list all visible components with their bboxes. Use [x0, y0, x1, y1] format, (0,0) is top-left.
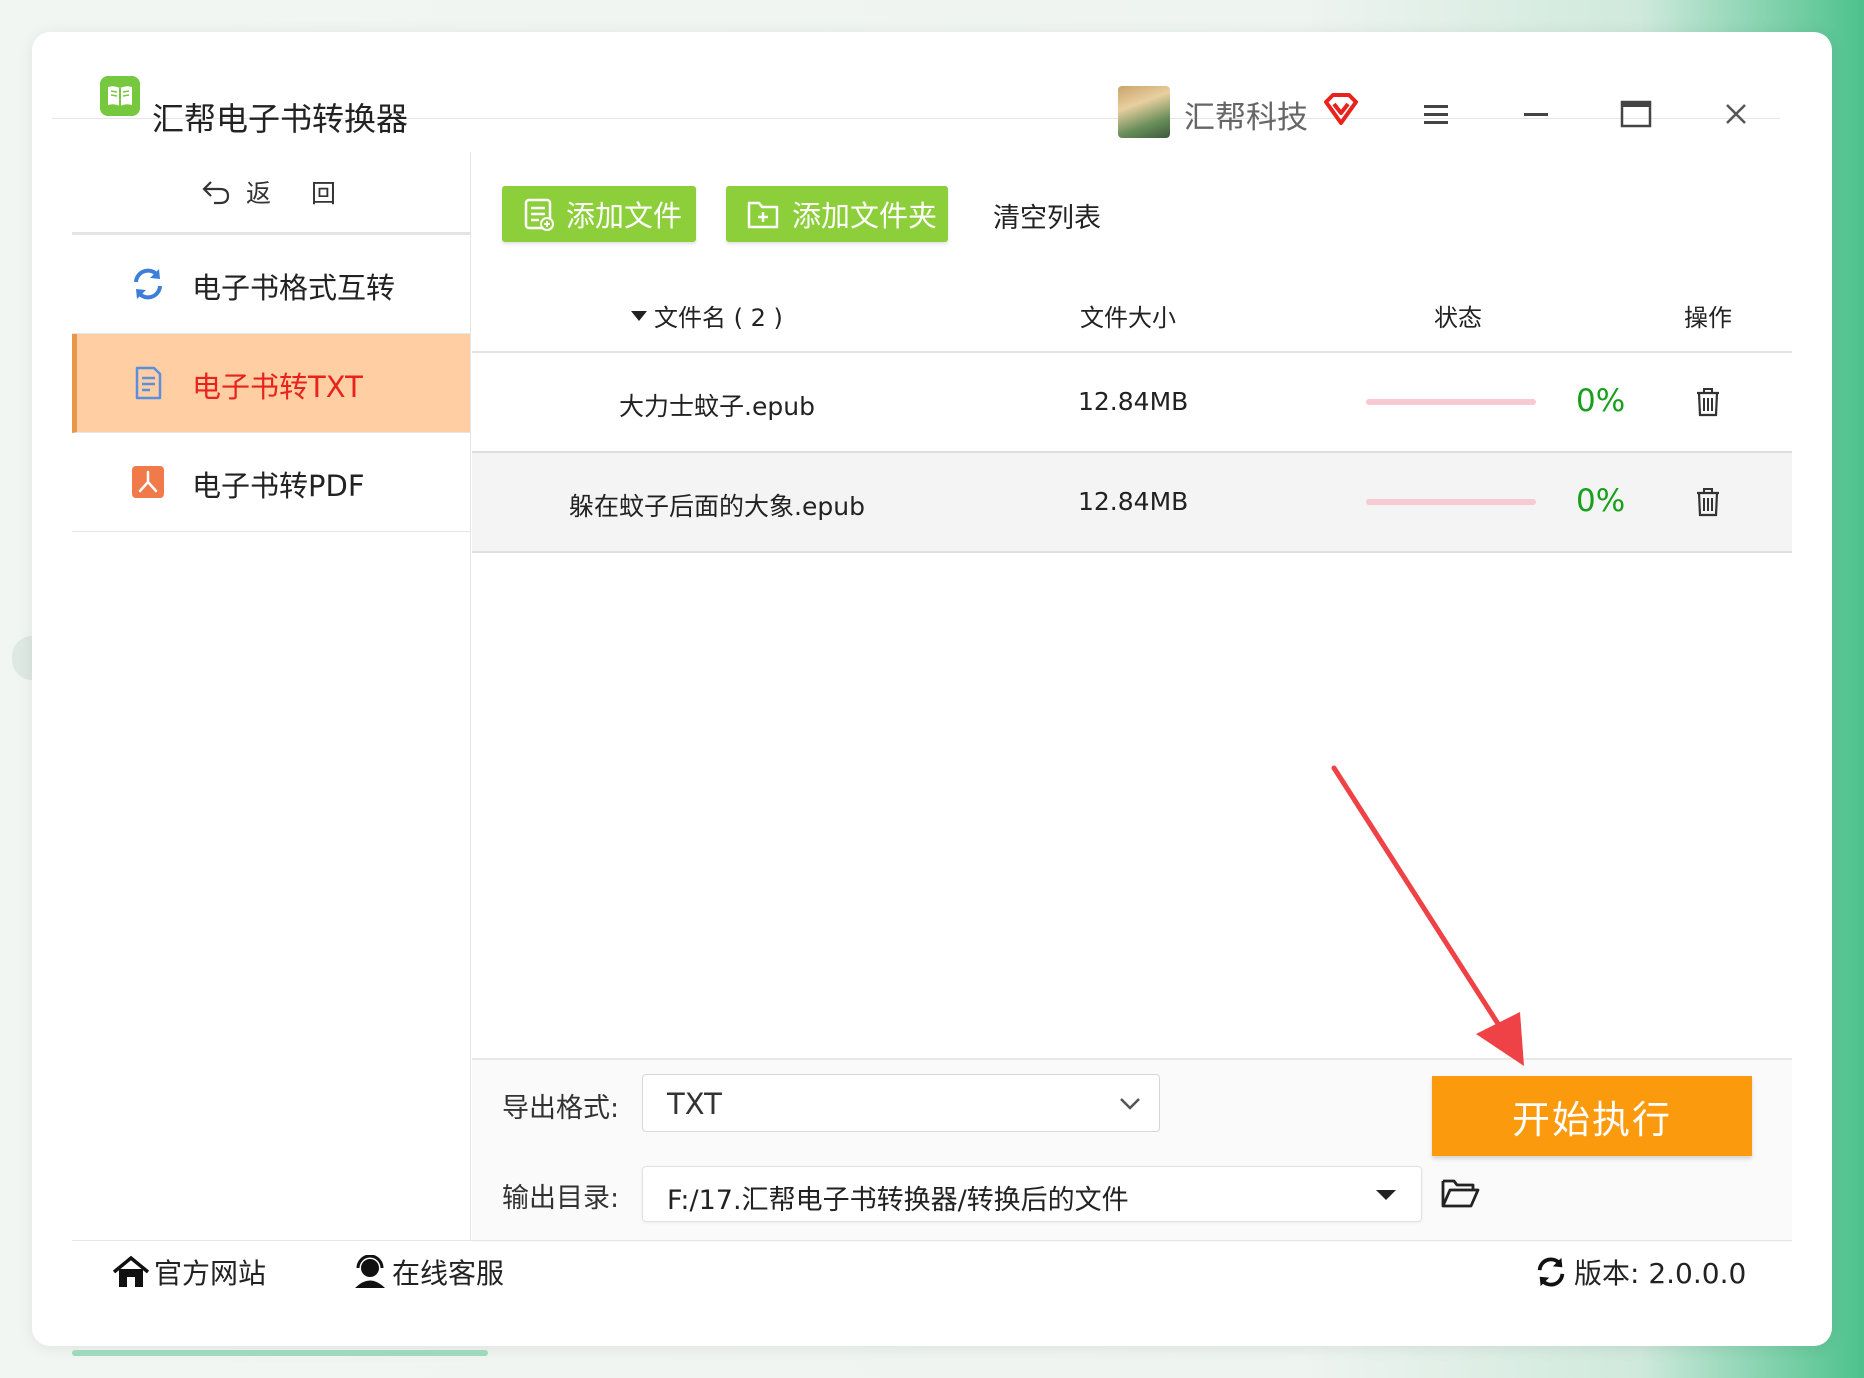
browse-folder-button[interactable]	[1440, 1176, 1480, 1214]
back-button[interactable]: 返回	[72, 152, 470, 235]
sidebar-item-format-convert[interactable]: 电子书格式互转	[72, 235, 470, 334]
sidebar-item-label: 电子书转TXT	[192, 370, 363, 404]
progress-bar	[1366, 399, 1536, 405]
format-select[interactable]: TXT	[642, 1074, 1160, 1132]
column-header-size: 文件大小	[1080, 304, 1176, 332]
add-file-label: 添加文件	[566, 199, 683, 233]
official-website-label: 官方网站	[154, 1257, 267, 1290]
table-row[interactable]: 大力士蚊子.epub 12.84MB 0%	[472, 353, 1792, 453]
sidebar-item-to-txt[interactable]: 电子书转TXT	[72, 334, 470, 433]
progress-percent: 0%	[1576, 383, 1626, 419]
column-header-name-label: 文件名 ( 2 )	[654, 304, 783, 332]
chevron-down-icon	[1120, 1098, 1140, 1110]
file-name: 躲在蚊子后面的大象.epub	[569, 492, 865, 521]
trash-icon	[1697, 388, 1719, 417]
add-file-button[interactable]: 添加文件	[502, 186, 696, 242]
progress-bar	[1366, 499, 1536, 505]
pdf-icon	[132, 466, 164, 498]
update-refresh-icon	[1537, 1257, 1565, 1287]
hamburger-icon	[1424, 105, 1448, 124]
column-header-name[interactable]: 文件名 ( 2 )	[630, 298, 783, 333]
add-folder-button[interactable]: 添加文件夹	[726, 186, 948, 242]
back-label: 返	[245, 179, 277, 208]
output-dir-value: F:/17.汇帮电子书转换器/转换后的文件	[667, 1185, 1129, 1216]
home-icon	[112, 1255, 150, 1287]
minimize-icon	[1524, 113, 1548, 116]
horizontal-scrollbar[interactable]	[72, 1350, 488, 1356]
maximize-icon	[1620, 100, 1652, 128]
trash-icon	[1697, 488, 1719, 517]
refresh-icon	[134, 268, 162, 300]
sidebar-item-label: 电子书转PDF	[192, 469, 365, 503]
column-header-status: 状态	[1434, 304, 1482, 332]
dropdown-triangle-icon	[1376, 1190, 1396, 1200]
table-row[interactable]: 躲在蚊子后面的大象.epub 12.84MB 0%	[472, 453, 1792, 553]
add-file-icon	[524, 198, 554, 231]
app-title: 汇帮电子书转换器	[152, 100, 409, 138]
document-icon	[135, 366, 162, 400]
folder-open-icon	[1441, 1179, 1480, 1208]
version-info[interactable]: 版本: 2.0.0.0	[1534, 1252, 1746, 1292]
user-avatar[interactable]	[1118, 86, 1170, 138]
back-arrow-icon	[202, 181, 230, 205]
file-size: 12.84MB	[1078, 387, 1189, 416]
sidebar-item-label: 电子书格式互转	[192, 271, 396, 305]
close-icon	[1726, 104, 1746, 124]
online-support-link[interactable]: 在线客服	[352, 1252, 504, 1292]
delete-button[interactable]	[1694, 487, 1722, 521]
app-logo-icon	[100, 76, 140, 116]
format-value: TXT	[667, 1087, 722, 1121]
sidebar-item-to-pdf[interactable]: 电子书转PDF	[72, 433, 470, 532]
menu-button[interactable]	[1408, 86, 1464, 142]
vip-diamond-icon[interactable]	[1322, 92, 1360, 130]
back-label-2: 回	[311, 179, 343, 208]
column-header-action: 操作	[1684, 304, 1732, 332]
add-folder-icon	[747, 201, 779, 229]
close-button[interactable]	[1708, 86, 1764, 142]
delete-button[interactable]	[1694, 387, 1722, 421]
format-label: 导出格式:	[502, 1093, 620, 1124]
progress-percent: 0%	[1576, 483, 1626, 519]
minimize-button[interactable]	[1508, 86, 1564, 142]
file-size: 12.84MB	[1078, 487, 1189, 516]
user-name[interactable]: 汇帮科技	[1184, 92, 1308, 137]
maximize-button[interactable]	[1608, 86, 1664, 142]
version-label: 版本: 2.0.0.0	[1574, 1257, 1747, 1290]
sort-down-icon	[631, 310, 647, 321]
online-support-label: 在线客服	[392, 1257, 505, 1290]
headset-icon	[355, 1255, 385, 1288]
official-website-link[interactable]: 官方网站	[112, 1252, 266, 1292]
start-button[interactable]: 开始执行	[1432, 1076, 1752, 1156]
clear-list-button[interactable]: 清空列表	[993, 196, 1101, 235]
add-folder-label: 添加文件夹	[792, 199, 938, 233]
output-dir-select[interactable]: F:/17.汇帮电子书转换器/转换后的文件	[642, 1166, 1422, 1222]
output-dir-label: 输出目录:	[502, 1183, 620, 1214]
file-name: 大力士蚊子.epub	[619, 392, 815, 421]
sidebar: 返回 电子书格式互转 电子书转TXT 电子书转PDF	[72, 152, 471, 1240]
